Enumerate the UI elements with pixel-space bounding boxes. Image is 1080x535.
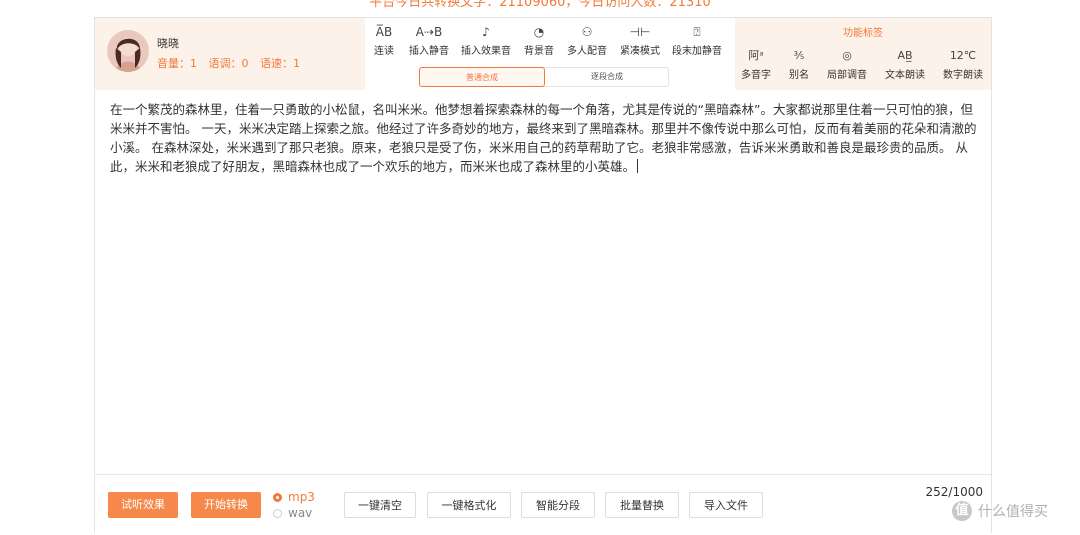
tool-label: 多人配音 [567,46,607,57]
batch-replace-button[interactable]: 批量替换 [605,492,679,518]
brand-logo-icon: 值 [952,501,972,521]
stats-banner: 平台今日共转换文字：21109060，今日访问人数：21310 [369,0,711,10]
feature-tags-title: 功能标签 [843,28,883,39]
format-label-wav: wav [288,506,313,520]
temperature-icon: 12℃ [949,49,977,62]
avatar[interactable] [107,30,149,72]
tab-segment-synthesis[interactable]: 逐段合成 [545,67,669,87]
polyphone-icon: 阿ᵃ [748,49,764,62]
toolbar-header: 晓晓 音量：1 语调：0 语速：1 A̅B 连读 A⇢B 插入静音 ♪ 插入效果… [95,18,991,90]
voice-speed: 语速：1 [260,57,300,70]
background-music-icon: ◔ [533,25,545,39]
tool-label: 背景音 [524,46,554,57]
start-convert-button[interactable]: 开始转换 [191,492,261,518]
tuning-icon: ◎ [842,49,852,62]
insert-silence-tool[interactable]: A⇢B 插入静音 [407,22,451,62]
format-text-button[interactable]: 一键格式化 [427,492,511,518]
compact-icon: ⊣⊢ [629,25,651,39]
local-tuning-tag[interactable]: ◎ 局部调音 [825,46,869,81]
paragraph-silence-tool[interactable]: ⍰ 段末加静音 [670,22,724,62]
feature-label: 局部调音 [827,70,867,81]
tool-label: 插入效果音 [461,46,511,57]
voice-name: 晓晓 [157,37,179,50]
feature-label: 文本朗读 [885,70,925,81]
alias-tag[interactable]: ⅗ 别名 [785,46,813,81]
watermark: 值 什么值得买 [952,499,1048,523]
compact-mode-tool[interactable]: ⊣⊢ 紧凑模式 [618,22,662,62]
tool-label: 紧凑模式 [620,46,660,57]
tab-normal-synthesis[interactable]: 普通合成 [419,67,545,87]
footer-bar: 试听效果 开始转换 mp3 wav 一键清空 一键格式化 智能分段 批量替换 导… [95,474,991,535]
feature-tags: 功能标签 阿ᵃ 多音字 ⅗ 别名 ◎ 局部调音 AB̲ 文本朗读 12℃ 数字朗… [735,18,991,90]
silence-icon: A⇢B [415,25,443,39]
voice-selector[interactable]: 晓晓 音量：1 语调：0 语速：1 [95,18,365,90]
feature-label: 别名 [789,70,809,81]
tool-label: 插入静音 [409,46,449,57]
liaison-tool[interactable]: A̅B 连读 [371,22,397,62]
clear-all-button[interactable]: 一键清空 [344,492,416,518]
format-radio-group: mp3 wav [273,489,315,521]
feature-label: 数字朗读 [943,70,983,81]
format-option-wav[interactable]: wav [273,505,315,521]
format-option-mp3[interactable]: mp3 [273,489,315,505]
text-caret [637,159,639,173]
format-label-mp3: mp3 [288,490,315,504]
text-reading-tag[interactable]: AB̲ 文本朗读 [883,46,927,81]
paragraph-silence-icon: ⍰ [693,25,701,39]
radio-selected-icon[interactable] [273,492,282,502]
feature-label: 多音字 [741,70,771,81]
insert-effect-tool[interactable]: ♪ 插入效果音 [460,22,512,62]
music-note-icon: ♪ [482,25,490,39]
editor-text: 在一个繁茂的森林里，住着一只勇敢的小松鼠，名叫米米。他梦想着探索森林的每一个角落… [110,102,977,174]
voice-volume: 音量：1 [157,57,197,70]
text-reading-icon: AB̲ [897,49,913,62]
smart-split-button[interactable]: 智能分段 [521,492,595,518]
users-icon: ⚇ [581,25,593,39]
tool-group: A̅B 连读 A⇢B 插入静音 ♪ 插入效果音 ◔ 背景音 ⚇ 多人配音 ⊣⊢ … [365,18,735,90]
background-sound-tool[interactable]: ◔ 背景音 [522,22,556,62]
tool-label: 段末加静音 [672,46,722,57]
synthesis-mode-tabs: 普通合成 逐段合成 [419,67,669,87]
voice-settings: 音量：1 语调：0 语速：1 [157,55,308,71]
tool-label: 连读 [374,46,394,57]
liaison-icon: A̅B [375,25,393,39]
character-counter: 252/1000 [925,485,984,499]
alias-icon: ⅗ [793,49,805,62]
radio-unselected-icon[interactable] [273,508,282,518]
voice-tone: 语调：0 [208,57,249,70]
import-file-button[interactable]: 导入文件 [689,492,763,518]
number-reading-tag[interactable]: 12℃ 数字朗读 [941,46,985,81]
tts-panel: 晓晓 音量：1 语调：0 语速：1 A̅B 连读 A⇢B 插入静音 ♪ 插入效果… [94,17,992,533]
polyphone-tag[interactable]: 阿ᵃ 多音字 [739,46,773,81]
multi-voice-tool[interactable]: ⚇ 多人配音 [565,22,609,62]
preview-button[interactable]: 试听效果 [108,492,178,518]
watermark-text: 什么值得买 [978,504,1048,520]
text-editor[interactable]: 在一个繁茂的森林里，住着一只勇敢的小松鼠，名叫米米。他梦想着探索森林的每一个角落… [110,100,980,470]
